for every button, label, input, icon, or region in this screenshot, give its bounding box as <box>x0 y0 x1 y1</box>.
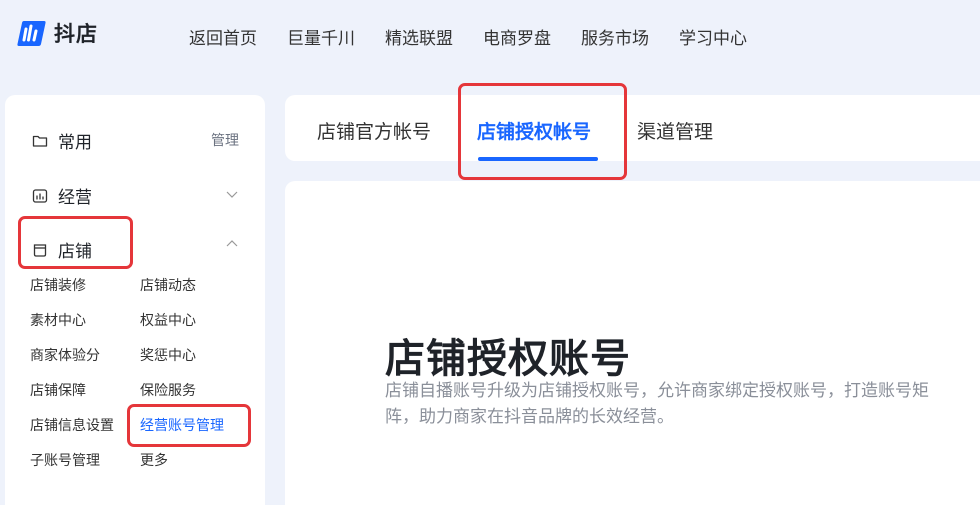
content-panel: 店铺授权账号 店铺自播账号升级为店铺授权账号，允许商家绑定授权账号，打造账号矩阵… <box>285 181 980 505</box>
highlight-box-tab <box>458 83 627 180</box>
chevron-down-icon[interactable] <box>226 188 238 200</box>
sidebar-group-label: 常用 <box>58 133 92 153</box>
submenu-item[interactable]: 店铺装修 <box>30 275 86 295</box>
manage-link[interactable]: 管理 <box>211 130 239 150</box>
submenu-item[interactable]: 子账号管理 <box>30 450 100 470</box>
submenu-item[interactable]: 素材中心 <box>30 310 86 330</box>
sidebar-group-operation[interactable]: 经营 <box>32 183 92 208</box>
top-nav-market[interactable]: 服务市场 <box>581 24 649 49</box>
top-nav-compass[interactable]: 电商罗盘 <box>483 24 551 49</box>
submenu-item[interactable]: 店铺动态 <box>140 275 196 295</box>
submenu-item[interactable]: 更多 <box>140 450 168 470</box>
brand-name: 抖店 <box>54 22 98 46</box>
submenu-item[interactable]: 店铺信息设置 <box>30 415 114 435</box>
top-nav-qianchuan[interactable]: 巨量千川 <box>287 24 355 49</box>
tab-channel-manage[interactable]: 渠道管理 <box>637 117 713 144</box>
submenu-item[interactable]: 奖惩中心 <box>140 345 196 365</box>
tab-bar: 店铺官方帐号 店铺授权帐号 渠道管理 <box>285 95 980 161</box>
sidebar-group-label: 经营 <box>58 188 92 208</box>
brand-logo-icon <box>17 21 46 46</box>
top-nav-learning[interactable]: 学习中心 <box>679 24 747 49</box>
folder-icon <box>32 135 48 147</box>
tab-official-account[interactable]: 店铺官方帐号 <box>317 117 431 144</box>
page-description: 店铺自播账号升级为店铺授权账号，允许商家绑定授权账号，打造账号矩阵，助力商家在抖… <box>385 381 929 427</box>
top-nav: 返回首页 巨量千川 精选联盟 电商罗盘 服务市场 学习中心 <box>189 24 777 49</box>
page-title: 店铺授权账号 <box>385 336 631 382</box>
submenu-item[interactable]: 保险服务 <box>140 380 196 400</box>
top-nav-alliance[interactable]: 精选联盟 <box>385 24 453 49</box>
chart-icon <box>32 188 48 203</box>
submenu-item[interactable]: 权益中心 <box>140 310 196 330</box>
highlight-box-account-manage <box>127 404 251 447</box>
submenu-item[interactable]: 店铺保障 <box>30 380 86 400</box>
logo[interactable]: 抖店 <box>16 18 98 48</box>
highlight-box-shop <box>18 216 133 269</box>
chevron-up-icon[interactable] <box>226 238 238 250</box>
submenu-item[interactable]: 商家体验分 <box>30 345 100 365</box>
top-nav-home[interactable]: 返回首页 <box>189 24 257 49</box>
top-bar: 抖店 返回首页 巨量千川 精选联盟 电商罗盘 服务市场 学习中心 <box>0 0 980 72</box>
sidebar-group-common[interactable]: 常用 <box>32 128 92 153</box>
